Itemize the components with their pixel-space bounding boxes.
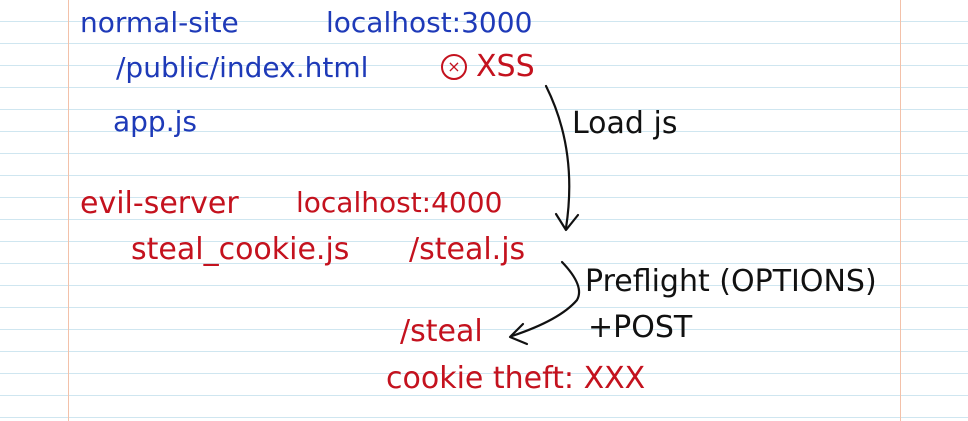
notebook-page: normal-site localhost:3000 /public/index… (0, 0, 968, 421)
flow-arrows (508, 84, 581, 346)
load-js-arrow (544, 84, 571, 230)
